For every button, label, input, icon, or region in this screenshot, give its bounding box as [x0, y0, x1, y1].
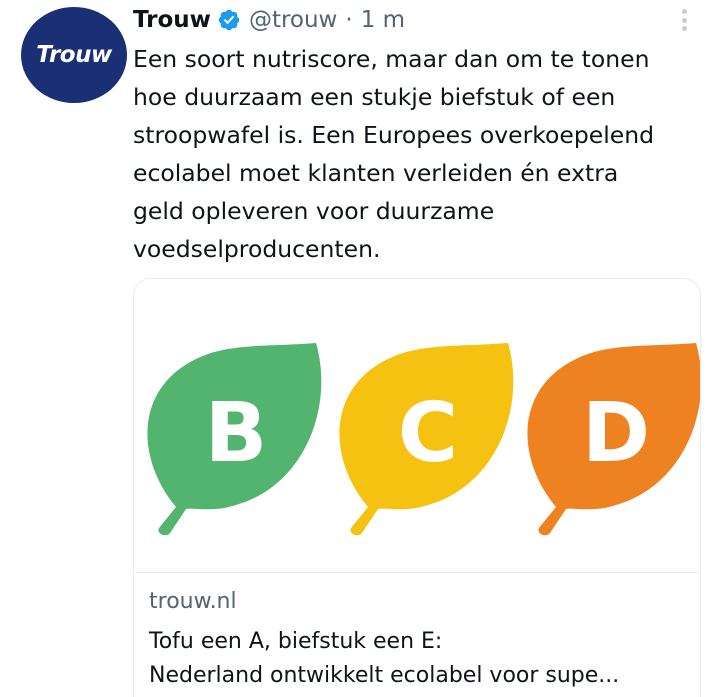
link-preview-card[interactable]: B C D trouw.nl Tofu een A, biefstuk een … [133, 278, 701, 697]
tweet-text-line: geld opleveren voor duurzame [133, 197, 495, 225]
tweet-text: Een soort nutriscore, maar dan om te ton… [133, 40, 708, 268]
verified-badge-icon [217, 8, 241, 32]
leaf-d-icon: D [527, 343, 700, 536]
leaf-b-letter: B [205, 386, 268, 481]
card-title: Tofu een A, biefstuk een E: Nederland on… [149, 625, 619, 693]
timestamp[interactable]: 1 m [361, 7, 405, 33]
leaf-c-letter: C [398, 386, 458, 481]
more-options-icon[interactable] [676, 6, 692, 34]
avatar-logo-text: Trouw [36, 42, 112, 68]
card-title-line: Tofu een A, biefstuk een E: [149, 629, 443, 654]
separator-dot: · [345, 7, 353, 33]
ecolabel-leaves-image: B C D [147, 343, 700, 536]
card-image[interactable]: B C D [134, 279, 700, 572]
display-name[interactable]: Trouw [133, 7, 211, 33]
handle[interactable]: @trouw [249, 7, 337, 33]
tweet-text-line: voedselproducenten. [133, 235, 381, 263]
card-meta[interactable]: trouw.nl Tofu een A, biefstuk een E: Ned… [135, 572, 699, 697]
tweet-text-line: hoe duurzaam een stukje biefstuk of een [133, 83, 616, 111]
card-title-line: Nederland ontwikkelt ecolabel voor supe.… [149, 663, 620, 688]
card-domain: trouw.nl [149, 589, 237, 614]
leaf-d-letter: D [582, 386, 650, 481]
tweet: Trouw Trouw @trouw · 1 m Een soort nutri… [0, 0, 720, 697]
avatar[interactable]: Trouw [21, 7, 127, 103]
tweet-text-line: stroopwafel is. Een Europees overkoepele… [133, 121, 655, 149]
tweet-text-line: Een soort nutriscore, maar dan om te ton… [133, 45, 650, 73]
leaf-c-icon: C [339, 343, 514, 536]
leaf-b-icon: B [147, 343, 322, 536]
tweet-text-line: ecolabel moet klanten verleiden én extra [133, 159, 619, 187]
tweet-header: Trouw @trouw · 1 m [133, 3, 405, 37]
